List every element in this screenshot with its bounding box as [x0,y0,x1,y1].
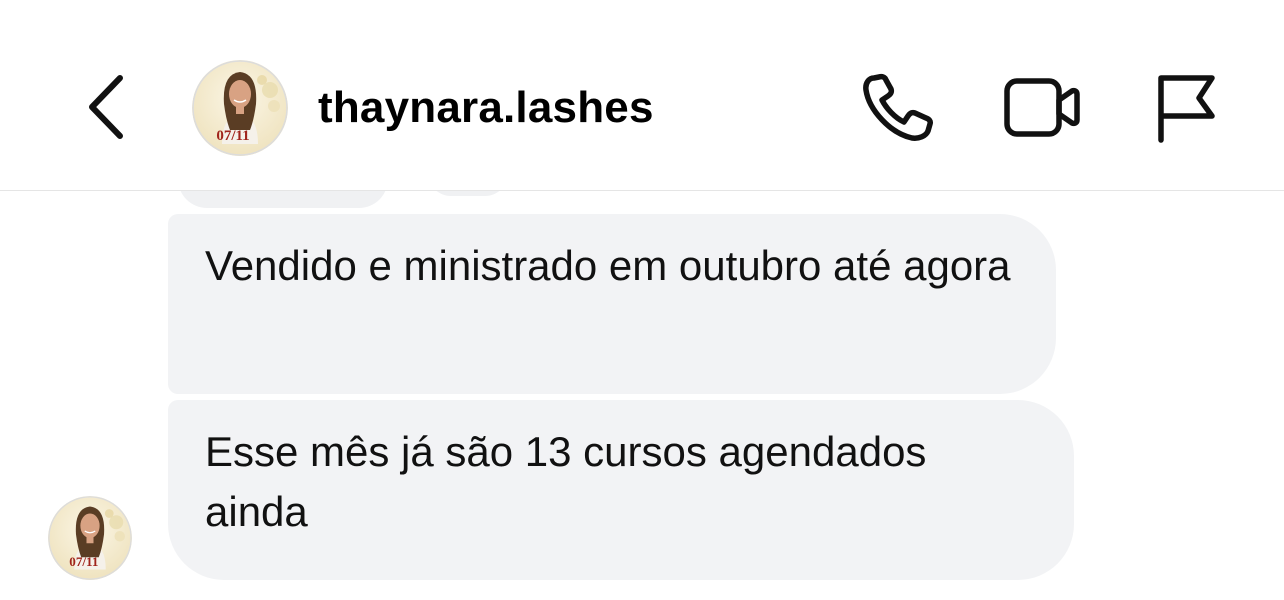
flag-icon [1158,75,1215,143]
audio-call-button[interactable] [858,70,938,146]
message-bubble[interactable]: Esse mês já são 13 cursos agendados aind… [168,400,1074,580]
avatar[interactable]: 07/11 [192,60,288,156]
avatar-date-text: 07/11 [69,554,98,569]
video-call-button[interactable] [1000,72,1084,142]
message-text: Esse mês já são 13 cursos agendados aind… [205,428,927,535]
chat-header: 07/11 thaynara.lashes [0,0,1284,191]
profile-photo-icon: 07/11 [48,496,132,580]
dm-thread-screen: 07/11 thaynara.lashes Vendido e ministra… [0,0,1284,600]
avatar-date-text: 07/11 [216,128,249,144]
report-button[interactable] [1152,70,1222,146]
profile-photo-icon: 07/11 [192,60,288,156]
sender-avatar[interactable]: 07/11 [48,496,132,580]
chevron-left-icon [89,75,123,139]
back-button[interactable] [80,70,140,144]
message-text: Vendido e ministrado em outubro até agor… [205,242,1011,289]
video-camera-icon [1004,78,1080,137]
chat-username[interactable]: thaynara.lashes [318,82,654,134]
message-bubble[interactable]: Vendido e ministrado em outubro até agor… [168,214,1056,394]
phone-icon [863,73,933,141]
